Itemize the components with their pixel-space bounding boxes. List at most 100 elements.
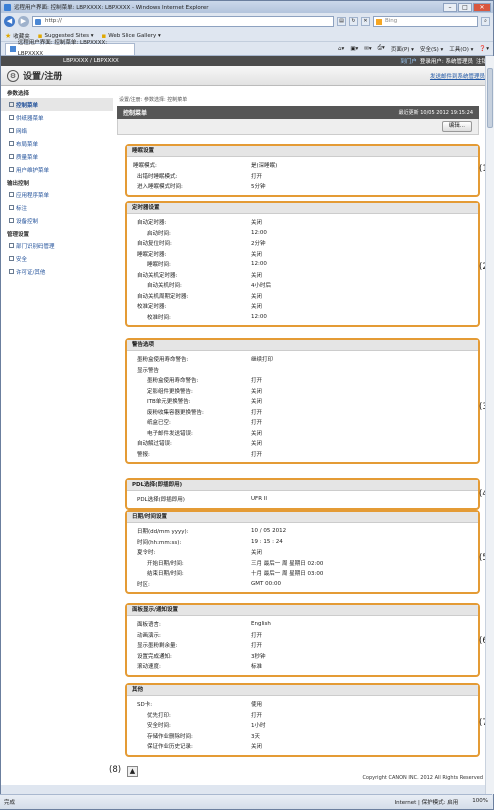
minimize-button[interactable]: –	[443, 2, 457, 12]
setting-label: 显示墨粉剩余量:	[137, 643, 178, 650]
setting-label: 墨粉盒使用寿命警告:	[137, 357, 189, 364]
tab-row: 远程用户界面: 控制菜单: LBPXXXX: LBPXXXX ⌂▾ ▣▾ ✉▾ …	[1, 40, 493, 57]
sidebar-item[interactable]: 标注	[1, 201, 113, 214]
home-icon[interactable]: ⌂▾	[338, 46, 344, 52]
close-button[interactable]: ✕	[473, 2, 491, 12]
page-menu[interactable]: 页面(P) ▾	[391, 45, 414, 53]
setting-label: 显示警告	[137, 367, 160, 374]
setting-label: SD卡:	[137, 702, 153, 709]
sidebar-item[interactable]: 应用程序菜单	[1, 188, 113, 201]
sidebar-item[interactable]: 用户维护菜单	[1, 163, 113, 176]
section-title: 日期/时间设置	[127, 512, 478, 523]
setting-value: 关闭	[251, 293, 263, 300]
setting-row: 面板语言: English	[127, 619, 478, 630]
compat-view-icon[interactable]: ▤	[337, 17, 346, 26]
section-title: PDL选择(即插即用)	[127, 480, 478, 491]
sidebar-item[interactable]: 控制菜单	[1, 98, 113, 111]
setting-label: 面板语言:	[137, 622, 161, 629]
feeds-icon[interactable]: ▣▾	[350, 46, 358, 52]
setting-row: 睡眠模式: 是(深睡眠)	[127, 160, 478, 171]
setting-row: 自动关机定时器: 关闭	[127, 270, 478, 281]
browser-tab[interactable]: 远程用户界面: 控制菜单: LBPXXXX: LBPXXXX	[5, 40, 135, 57]
setting-label: 日期(dd/mm yyyy):	[137, 529, 189, 536]
status-text: 完成	[4, 800, 16, 806]
setting-row: 警报: 打开	[127, 449, 478, 460]
mail-admin-link[interactable]: 发送邮件到系统管理员	[430, 72, 485, 80]
stop-icon[interactable]: ✕	[361, 17, 370, 26]
setting-row: 自动关机时间: 4小时后	[127, 280, 478, 291]
setting-row: 自动解过错误: 关闭	[127, 438, 478, 449]
sidebar-item[interactable]: 质量菜单	[1, 150, 113, 163]
print-icon[interactable]: ⎙▾	[378, 45, 385, 52]
settings-section: 警告选项 墨粉盒使用寿命警告: 继续打印 显示警告 墨粉盒使用寿命警告: 打开 定影组件更换…	[125, 338, 480, 464]
mail-icon[interactable]: ✉▾	[364, 46, 371, 52]
setting-value: 5分钟	[251, 184, 266, 191]
settings-section: 其他 SD卡: 使用 优先打印: 打开 安全时间: 1小时 存储作业删除时间: 3天 保证作业历史…	[125, 683, 480, 757]
address-bar: ◀ ▶ http:// ▤ ↻ ✕ Bing ⌕	[1, 13, 493, 30]
page-title-bar: 控制菜单 最近更新 10/05 2012 19:15:24	[117, 106, 479, 119]
page-title: 控制菜单	[123, 110, 148, 117]
help-menu[interactable]: ❓▾	[479, 46, 489, 52]
setting-label: 废粉收集容器更换警告:	[147, 409, 204, 416]
sidebar-item[interactable]: 安全	[1, 252, 113, 265]
search-input[interactable]: Bing	[373, 16, 478, 27]
back-to-top-button[interactable]: ▲	[127, 766, 138, 777]
settings-section: 睡眠设置 睡眠模式: 是(深睡眠) 出错时睡眠模式: 打开 进入睡眠模式时间: 5分钟	[125, 144, 480, 197]
scroll-thumb[interactable]	[487, 68, 493, 128]
sidebar-group-heading: 输出控制	[7, 181, 30, 187]
edit-button[interactable]: 编辑...	[441, 121, 472, 132]
setting-value: UFR II	[251, 496, 268, 503]
zoom-level[interactable]: 100%	[472, 798, 488, 806]
setting-label: 夏令时:	[137, 550, 156, 557]
setting-row: 自动关机周期定时器: 关闭	[127, 291, 478, 302]
bing-icon	[376, 19, 382, 25]
forward-button[interactable]: ▶	[18, 16, 29, 27]
safety-menu[interactable]: 安全(S) ▾	[420, 45, 443, 53]
sidebar-item[interactable]: 许可证/其他	[1, 265, 113, 278]
page-icon	[35, 19, 41, 25]
setting-row: 进入睡眠模式时间: 5分钟	[127, 181, 478, 192]
setting-row: 开始日期/时间: 三月 最后一 周 星期日 02:00	[127, 558, 478, 569]
setting-value: 打开	[251, 420, 263, 427]
setting-row: 校准定时器: 关闭	[127, 301, 478, 312]
section-title: 其他	[127, 685, 478, 696]
settings-section: PDL选择(即插即用) PDL选择(即插即用) UFR II	[125, 478, 480, 510]
sidebar-item[interactable]: 部门识别码管理	[1, 239, 113, 252]
status-bar: 完成 Internet | 保护模式: 启用 100%	[0, 794, 492, 809]
refresh-icon[interactable]: ↻	[349, 17, 358, 26]
setting-value: 关闭	[251, 399, 263, 406]
setting-value: 使用	[251, 702, 263, 709]
setting-value: 12:00	[251, 229, 267, 236]
setting-row: 动画演示: 打开	[127, 630, 478, 641]
sidebar-item[interactable]: 供纸器菜单	[1, 111, 113, 124]
setting-label: 保证作业历史记录:	[147, 744, 193, 751]
title-bar: 远程用户界面: 控制菜单: LBPXXXX: LBPXXXX - Windows…	[1, 1, 493, 13]
sidebar-group-heading: 参数选择	[7, 91, 30, 97]
setting-value: 1小时	[251, 723, 266, 730]
maximize-button[interactable]: □	[458, 2, 472, 12]
setting-value: English	[251, 621, 271, 628]
setting-label: 墨粉盒使用寿命警告:	[147, 378, 199, 385]
sidebar-item[interactable]: 设备控制	[1, 214, 113, 227]
back-button[interactable]: ◀	[4, 16, 15, 27]
setting-value: 打开	[251, 632, 263, 639]
setting-value: 打开	[251, 173, 263, 180]
setting-label: 进入睡眠模式时间:	[137, 184, 183, 191]
setting-row: 存储作业删除时间: 3天	[127, 731, 478, 742]
url-input[interactable]: http://	[32, 16, 334, 27]
setting-label: 自动复位时间:	[137, 241, 172, 248]
search-icon[interactable]: ⌕	[481, 17, 490, 26]
tools-menu[interactable]: 工具(O) ▾	[449, 45, 473, 53]
settings-section: 面板显示/通知设置面板语言: English 动画演示: 打开显示墨粉剩余量: 打开设置…	[125, 603, 480, 677]
portal-link[interactable]: 到门户	[400, 57, 417, 65]
command-bar: ⌂▾ ▣▾ ✉▾ ⎙▾ 页面(P) ▾ 安全(S) ▾ 工具(O) ▾ ❓▾	[338, 45, 489, 53]
setting-label: 睡眠定时器:	[137, 251, 167, 258]
setting-label: 设置完成通知:	[137, 653, 172, 660]
setting-label: 校准时间:	[147, 314, 171, 321]
setting-value: 标准	[251, 664, 263, 671]
scrollbar[interactable]	[485, 56, 494, 794]
sidebar-item[interactable]: 网络	[1, 124, 113, 137]
section-title: 面板显示/通知设置	[127, 605, 478, 616]
sidebar-item[interactable]: 布局菜单	[1, 137, 113, 150]
window-title: 远程用户界面: 控制菜单: LBPXXXX: LBPXXXX - Windows…	[14, 5, 209, 11]
